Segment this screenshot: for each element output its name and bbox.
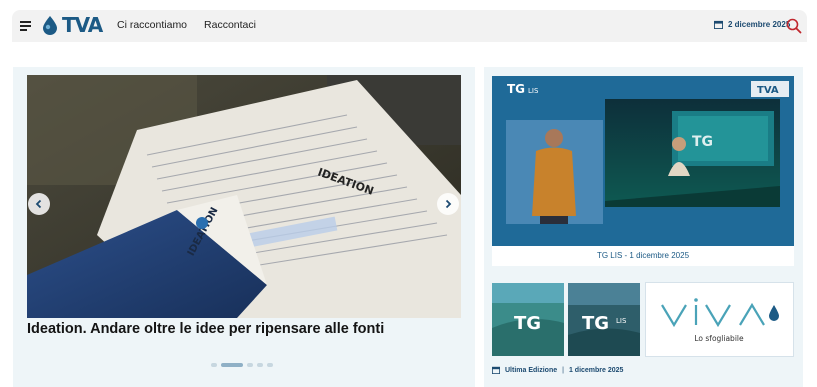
tg-badge: TG <box>507 82 525 96</box>
water-drop-icon <box>43 16 57 35</box>
tg-logo: TVA <box>757 85 779 96</box>
tg-lis-thumb-sub: LIS <box>616 317 627 325</box>
date-text: 2 dicembre 2025 <box>728 20 791 29</box>
calendar-icon <box>714 20 723 29</box>
nav-ci-raccontiamo[interactable]: Ci raccontiamo <box>117 19 187 31</box>
main-nav: Ci raccontiamo Raccontaci <box>117 19 256 31</box>
tg-lis-thumbnail-small[interactable]: TG LIS <box>568 283 640 356</box>
viva-subtitle: Lo sfogliabile <box>694 334 744 343</box>
slide-dot[interactable] <box>267 363 273 367</box>
edition-separator: | <box>562 366 564 374</box>
hero-headline[interactable]: Ideation. Andare oltre le idee per ripen… <box>27 321 384 337</box>
tg-lis-video[interactable]: TG LIS TVA TG <box>492 76 794 246</box>
tg-thumb-label: TG <box>514 313 541 334</box>
prev-slide-button[interactable] <box>28 193 50 215</box>
edition-date: 1 dicembre 2025 <box>568 366 624 374</box>
tg-lis-caption[interactable]: TG LIS - 1 dicembre 2025 <box>492 246 794 266</box>
calendar-icon <box>492 366 500 374</box>
tg-thumbnail[interactable]: TG <box>492 283 564 356</box>
site-logo[interactable]: TVA <box>40 13 103 37</box>
latest-edition[interactable]: Ultima Edizione | 1 dicembre 2025 <box>492 366 623 374</box>
current-date: 2 dicembre 2025 <box>714 20 790 29</box>
hero-slide-image[interactable]: IDEATION IDEATION <box>27 75 461 318</box>
hero-photo: IDEATION IDEATION <box>27 75 461 318</box>
menu-icon[interactable] <box>20 21 32 31</box>
slide-dot[interactable] <box>257 363 263 367</box>
edition-label: Ultima Edizione <box>505 366 558 374</box>
viva-sfogliabile-card[interactable]: Lo sfogliabile <box>645 282 794 357</box>
logo-text: TVA <box>62 13 103 37</box>
slide-indicators <box>211 363 273 367</box>
search-icon[interactable] <box>786 18 802 34</box>
tg-badge-sub: LIS <box>528 87 539 95</box>
top-bar: TVA Ci raccontiamo Raccontaci 2 dicembre… <box>12 10 807 42</box>
next-slide-button[interactable] <box>437 193 459 215</box>
viva-logo: Lo sfogliabile <box>661 298 779 343</box>
tg-thumbnail-image: TG <box>492 283 564 356</box>
chevron-right-icon <box>445 199 452 209</box>
nav-raccontaci[interactable]: Raccontaci <box>204 19 256 31</box>
chevron-left-icon <box>35 199 42 209</box>
slide-dot-active[interactable] <box>221 363 243 367</box>
svg-text:TG: TG <box>692 134 713 150</box>
slide-dot[interactable] <box>211 363 217 367</box>
slide-dot[interactable] <box>247 363 253 367</box>
tg-lis-thumb-label: TG <box>582 313 609 334</box>
tg-lis-thumbnail: TG LIS TVA TG <box>492 76 794 246</box>
tg-lis-thumb-image: TG LIS <box>568 283 640 356</box>
